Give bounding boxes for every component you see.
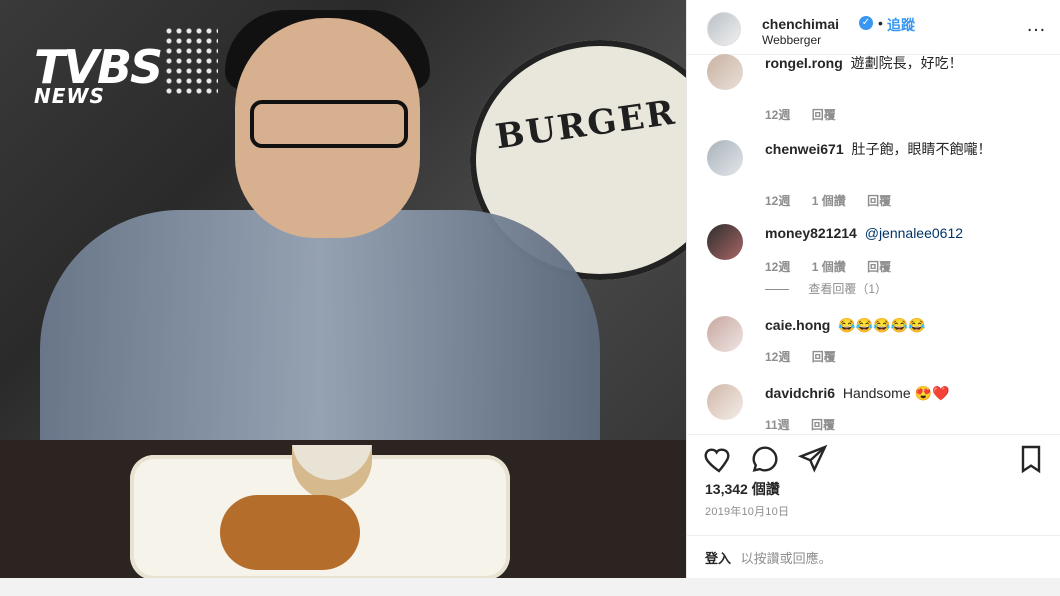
author-avatar[interactable]: [707, 12, 741, 46]
separator-dot: •: [878, 15, 883, 31]
commenter-avatar[interactable]: [707, 316, 743, 352]
bookmark-icon[interactable]: [1015, 443, 1047, 475]
login-prompt: 登入 以按讚或回應。: [705, 548, 832, 567]
comment-meta: 12週 回覆: [765, 106, 854, 123]
commenter-username[interactable]: davidchri6: [765, 385, 835, 401]
comment-time: 12週: [765, 108, 791, 122]
comment-reply-button[interactable]: 回覆: [811, 418, 835, 432]
comment-meta: 12週 1 個讚 回覆: [765, 192, 909, 209]
burger: [220, 495, 360, 570]
login-hint: 以按讚或回應。: [740, 551, 832, 566]
likes-count[interactable]: 13,342 個讚: [705, 479, 780, 499]
comment-text-line: caie.hong 😂😂😂😂😂: [765, 316, 1045, 334]
comment-text: 😂😂😂😂😂: [838, 317, 926, 333]
more-options-icon[interactable]: …: [1026, 14, 1047, 37]
view-replies[interactable]: 查看回覆（1）: [765, 280, 887, 297]
commenter-username[interactable]: chenwei671: [765, 141, 844, 157]
comment-text-line: davidchri6 Handsome 😍❤️: [765, 384, 1045, 402]
instagram-side-panel: chenchimai ✓ • 追蹤 Webberger … rongel.ron…: [686, 0, 1060, 578]
commenter-avatar[interactable]: [707, 54, 743, 90]
replies-divider: [765, 289, 789, 291]
person-glasses: [250, 100, 408, 148]
comment-meta: 12週 回覆: [765, 348, 854, 365]
comment-time: 12週: [765, 260, 791, 274]
commenter-avatar[interactable]: [707, 224, 743, 260]
comment-text: 肚子飽，眼睛不飽嚨！: [851, 141, 992, 157]
comment-text: Handsome 😍❤️: [842, 385, 950, 401]
comment-mention[interactable]: @jennalee0612: [865, 225, 963, 241]
comment-reply-button[interactable]: 回覆: [867, 260, 891, 274]
follow-button[interactable]: 追蹤: [887, 15, 915, 35]
login-prompt-row: 登入 以按讚或回應。: [687, 535, 1060, 580]
post-date: 2019年10月10日: [705, 506, 790, 518]
comment-text-line: chenwei671 肚子飽，眼睛不飽嚨！: [765, 140, 1045, 158]
comment-time: 11週: [765, 418, 790, 432]
author-username[interactable]: chenchimai: [762, 16, 839, 32]
view-replies-text[interactable]: 查看回覆（1）: [808, 282, 887, 296]
post-location[interactable]: Webberger: [762, 33, 821, 47]
comment-meta: 12週 1 個讚 回覆: [765, 258, 909, 275]
tvbs-news-logo: TVBS NEWS: [34, 26, 218, 106]
commenter-username[interactable]: rongel.rong: [765, 55, 843, 71]
commenter-avatar[interactable]: [707, 140, 743, 176]
post-actions: 13,342 個讚 2019年10月10日 登入 以按讚或回應。: [687, 434, 1060, 579]
post-photo: BURGER TVBS NEWS: [0, 0, 686, 578]
post-header: chenchimai ✓ • 追蹤 Webberger …: [687, 0, 1060, 55]
comment-text: 遊劃院長，好吃！: [850, 55, 963, 71]
heart-icon[interactable]: [703, 443, 735, 475]
comments-list[interactable]: rongel.rong 遊劃院長，好吃！ 12週 回覆 chenwei671 肚…: [687, 54, 1060, 434]
comment-time: 12週: [765, 194, 791, 208]
comment-likes[interactable]: 1 個讚: [812, 194, 846, 208]
share-icon[interactable]: [797, 443, 829, 475]
comment-meta: 11週 回覆: [765, 416, 853, 433]
comment-reply-button[interactable]: 回覆: [812, 108, 836, 122]
comment-text-line: rongel.rong 遊劃院長，好吃！: [765, 54, 1045, 72]
verified-badge-icon: ✓: [859, 16, 873, 30]
commenter-username[interactable]: caie.hong: [765, 317, 830, 333]
comment-time: 12週: [765, 350, 791, 364]
login-link[interactable]: 登入: [705, 551, 731, 566]
comment-reply-button[interactable]: 回覆: [812, 350, 836, 364]
commenter-avatar[interactable]: [707, 384, 743, 420]
comment-reply-button[interactable]: 回覆: [867, 194, 891, 208]
screenshot-frame: BURGER TVBS NEWS chenchimai ✓ • 追蹤 Webbe…: [0, 0, 1060, 596]
commenter-username[interactable]: money821214: [765, 225, 857, 241]
comment-text-line: money821214 @jennalee0612: [765, 224, 1045, 242]
comment-likes[interactable]: 1 個讚: [812, 260, 846, 274]
comment-icon[interactable]: [749, 443, 781, 475]
logo-dots-icon: [164, 26, 218, 96]
